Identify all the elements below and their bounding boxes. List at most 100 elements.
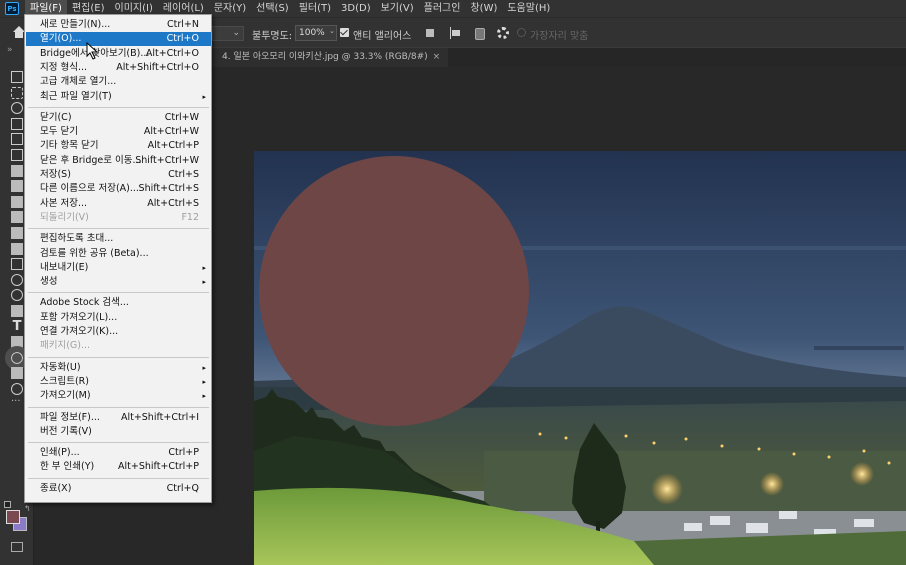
file-menu-item: 되돌리기(V) F12 (26, 211, 211, 225)
eyedropper-tool-icon[interactable] (11, 165, 23, 177)
swap-colors-icon[interactable]: ↰ (24, 504, 31, 513)
file-menu-item[interactable]: 연결 가져오기(K)... (26, 325, 211, 339)
blur-tool-icon[interactable] (11, 274, 23, 286)
more-tools-icon[interactable]: ··· (11, 397, 23, 411)
menu-item-shortcut: Shift+Ctrl+W (135, 154, 199, 166)
file-menu-item[interactable]: 열기(O)... Ctrl+O (26, 32, 211, 47)
file-menu-item[interactable]: 고급 개체로 열기... (26, 75, 211, 89)
close-icon[interactable]: × (433, 48, 441, 67)
file-menu-item[interactable]: Adobe Stock 검색... (26, 296, 211, 310)
path-selection-tool-icon[interactable] (11, 336, 23, 348)
menu-separator (28, 477, 209, 479)
pen-tool-icon[interactable] (11, 305, 23, 317)
menu-item-label: 인쇄(P)... (40, 447, 80, 459)
file-menu-item[interactable]: 닫기(C) Ctrl+W (26, 111, 211, 125)
menu-separator (28, 406, 209, 408)
file-menu-item[interactable]: 지정 형식... Alt+Shift+Ctrl+O (26, 61, 211, 75)
file-menu-item[interactable]: 종료(X) Ctrl+Q (26, 482, 211, 496)
menu-item-label: 스크립트(R) (40, 375, 89, 387)
antialias-checkbox[interactable] (340, 28, 349, 37)
quick-mask-icon[interactable] (11, 542, 23, 552)
menu-item-label: 되돌리기(V) (40, 211, 89, 223)
submenu-arrow-icon: ▸ (202, 92, 206, 101)
submenu-arrow-icon: ▸ (202, 363, 206, 372)
align-edges-checkbox[interactable] (517, 28, 526, 37)
file-menu-item[interactable]: 사본 저장... Alt+Ctrl+S (26, 197, 211, 211)
menu-item-label: 연결 가져오기(K)... (40, 326, 119, 337)
file-menu-item[interactable]: 저장(S) Ctrl+S (26, 168, 211, 182)
dodge-tool-icon[interactable] (11, 289, 23, 301)
file-menu-item[interactable]: 파일 정보(F)... Alt+Shift+Ctrl+I (26, 411, 211, 425)
file-menu-item[interactable]: 포함 가져오기(L)... (26, 311, 211, 325)
file-menu-item[interactable]: 다른 이름으로 저장(A)... Shift+Ctrl+S (26, 182, 211, 196)
drawn-ellipse-shape[interactable] (259, 156, 529, 426)
marquee-tool-icon[interactable] (11, 87, 23, 99)
mode-select[interactable]: ⌄ (212, 26, 244, 41)
file-menu-item[interactable]: 스크립트(R) ▸ (26, 375, 211, 389)
lasso-tool-icon[interactable] (11, 102, 23, 114)
menu-item[interactable]: 문자(Y) (209, 0, 251, 17)
color-swatches[interactable]: ↰ (4, 501, 31, 532)
type-tool-icon[interactable]: T (11, 320, 23, 333)
submenu-arrow-icon: ▸ (202, 377, 206, 386)
document-tab-title: 4. 일본 아오모리 이와키산.jpg @ 33.3% (RGB/8#) (222, 52, 428, 62)
document-tab[interactable]: 4. 일본 아오모리 이와키산.jpg @ 33.3% (RGB/8#) × (212, 48, 449, 67)
file-menu-item[interactable]: Bridge에서 찾아보기(B)... Alt+Ctrl+O (26, 47, 211, 61)
menu-item[interactable]: 선택(S) (251, 0, 294, 17)
file-menu-item[interactable]: 버전 기록(V) (26, 425, 211, 439)
menu-item-shortcut: Alt+Ctrl+S (147, 197, 199, 209)
path-arrangement-icon[interactable] (472, 27, 485, 40)
default-colors-icon[interactable] (4, 501, 11, 508)
menu-item-label: 사본 저장... (40, 197, 88, 209)
document-canvas[interactable] (254, 151, 906, 565)
history-brush-tool-icon[interactable] (11, 227, 23, 239)
opacity-label: 불투명도: (252, 31, 293, 42)
foreground-color-swatch[interactable] (6, 510, 20, 524)
file-menu-item[interactable]: 내보내기(E) ▸ (26, 261, 211, 275)
menu-item-label: 생성 (40, 276, 58, 288)
file-menu-item[interactable]: 한 부 인쇄(Y) Alt+Shift+Ctrl+P (26, 460, 211, 474)
menu-item-label: 종료(X) (40, 482, 72, 494)
path-alignment-icon[interactable] (449, 27, 461, 39)
gradient-tool-icon[interactable] (11, 258, 23, 270)
brush-tool-icon[interactable] (11, 196, 23, 208)
frame-tool-icon[interactable] (11, 149, 23, 161)
menu-item[interactable]: 창(W) (465, 0, 502, 17)
healing-brush-tool-icon[interactable] (11, 180, 23, 192)
menu-item[interactable]: 도움말(H) (502, 0, 555, 17)
file-menu-item[interactable]: 검토를 위한 공유 (Beta)... (26, 247, 211, 261)
menu-item-shortcut: Ctrl+P (168, 447, 199, 459)
crop-tool-icon[interactable] (11, 133, 23, 145)
zoom-tool-icon[interactable] (11, 383, 23, 395)
file-menu-item[interactable]: 인쇄(P)... Ctrl+P (26, 446, 211, 460)
menu-item-label: 버전 기록(V) (40, 425, 92, 437)
menu-item-label: 포함 가져오기(L)... (40, 311, 118, 323)
menu-item[interactable]: 3D(D) (336, 0, 376, 17)
align-edges-label: 가장자리 맞춤 (530, 31, 589, 42)
clone-stamp-tool-icon[interactable] (11, 211, 23, 223)
file-menu-item[interactable]: 자동화(U) ▸ (26, 361, 211, 375)
file-menu-item: 패키지(G)... (26, 339, 211, 353)
file-menu-item[interactable]: 닫은 후 Bridge로 이동... Shift+Ctrl+W (26, 154, 211, 168)
move-tool-icon[interactable] (11, 71, 23, 83)
photoshop-logo-icon: Ps (5, 2, 19, 15)
menu-item-shortcut: Ctrl+W (164, 111, 199, 123)
file-menu-item[interactable]: 모두 닫기 Alt+Ctrl+W (26, 125, 211, 139)
gear-icon[interactable] (497, 27, 509, 39)
file-menu-item[interactable]: 최근 파일 열기(T) ▸ (26, 90, 211, 104)
file-menu-item[interactable]: 새로 만들기(N)... Ctrl+N (26, 18, 211, 32)
path-operations-icon[interactable] (424, 27, 436, 39)
menu-item[interactable]: 보기(V) (376, 0, 419, 17)
file-menu-item[interactable]: 기타 항목 닫기 Alt+Ctrl+P (26, 139, 211, 153)
hand-tool-icon[interactable] (11, 367, 23, 379)
file-menu-item[interactable]: 생성 ▸ (26, 275, 211, 289)
file-menu-item[interactable]: 편집하도록 초대... (26, 232, 211, 246)
object-selection-tool-icon[interactable] (11, 118, 23, 130)
toolbar-collapse-icon[interactable]: » (7, 45, 13, 55)
menu-item[interactable]: 플러그인 (419, 0, 466, 17)
menu-item[interactable]: 필터(T) (294, 0, 336, 17)
eraser-tool-icon[interactable] (11, 243, 23, 255)
file-menu-item[interactable]: 가져오기(M) ▸ (26, 389, 211, 403)
chevron-down-icon[interactable]: ⌄ (329, 27, 335, 35)
ellipse-tool-icon[interactable] (5, 346, 29, 370)
